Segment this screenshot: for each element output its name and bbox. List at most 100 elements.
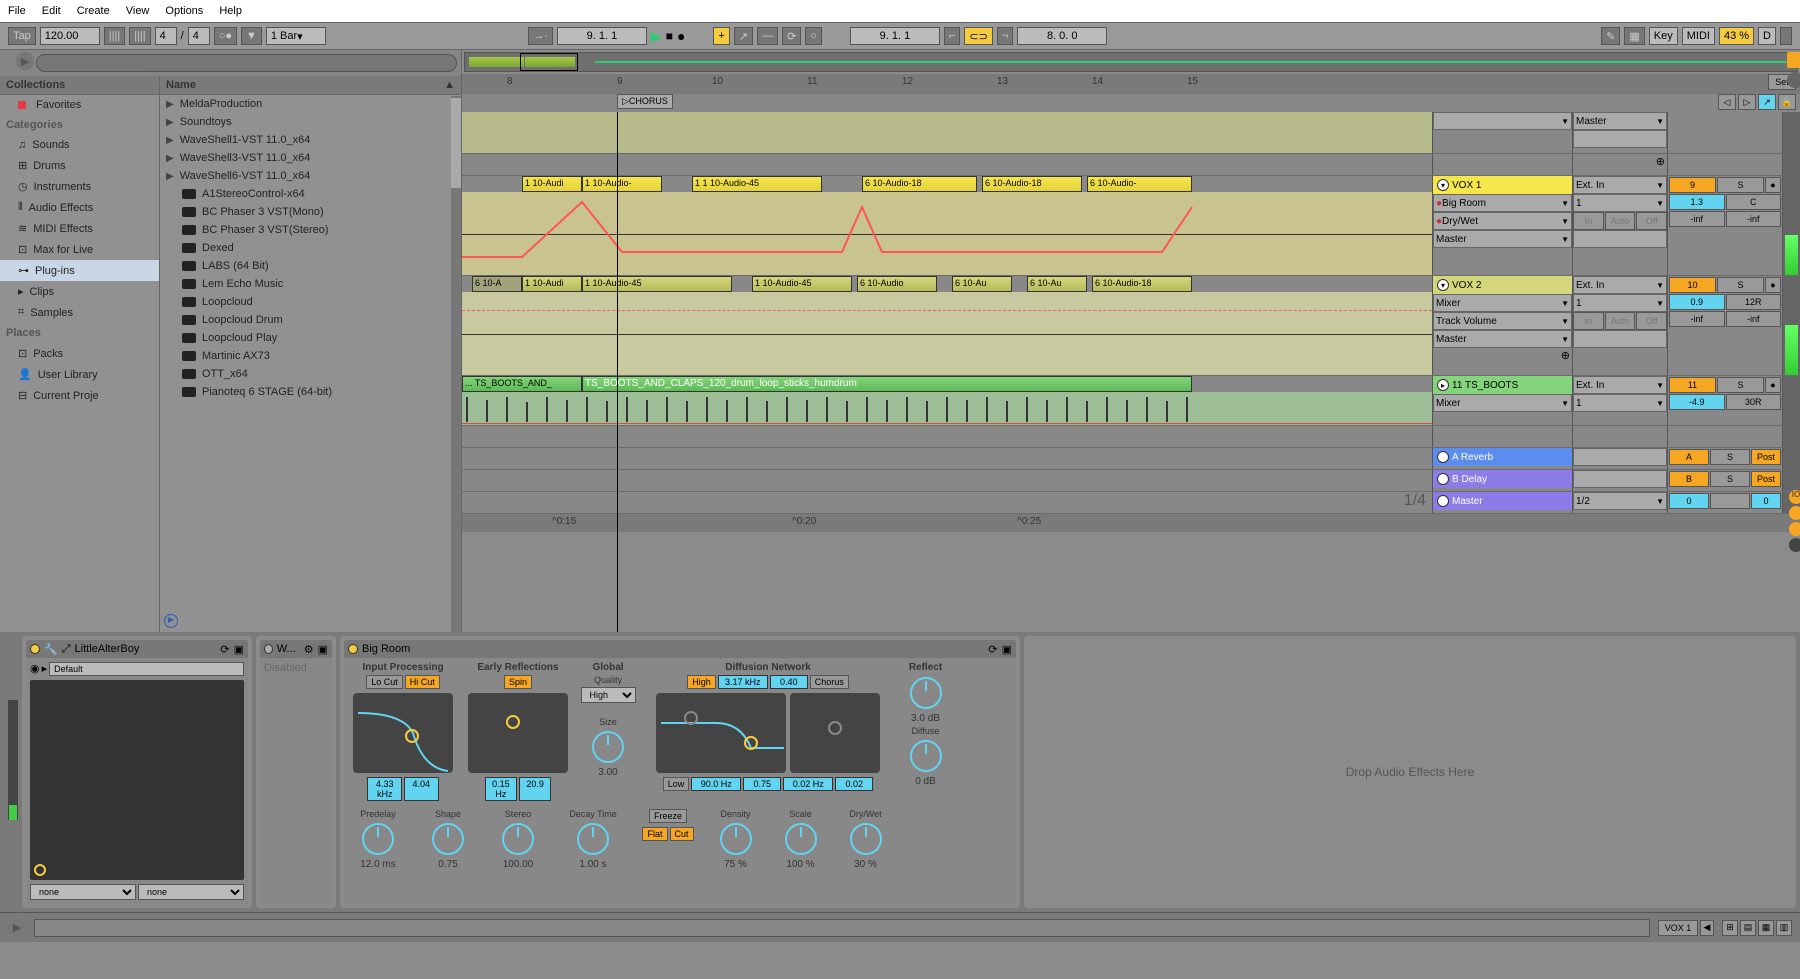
- volume-field[interactable]: 1.3: [1669, 194, 1725, 210]
- metronome-dd[interactable]: ▼: [241, 27, 262, 45]
- device-select[interactable]: ● Big Room: [1433, 194, 1572, 212]
- menu-create[interactable]: Create: [77, 5, 110, 17]
- tempo-field[interactable]: 120.00: [40, 27, 100, 45]
- device-select[interactable]: Mixer: [1433, 294, 1572, 312]
- track-header-master[interactable]: ▸Master: [1433, 492, 1572, 510]
- spin-knob[interactable]: [506, 715, 520, 729]
- place-current-project[interactable]: ⊟ Current Proje: [0, 385, 159, 406]
- clip[interactable]: 1 10-Audio-: [582, 176, 662, 192]
- monitor-in[interactable]: In: [1573, 212, 1604, 230]
- save-icon[interactable]: ⟳: [220, 643, 229, 656]
- preview-button[interactable]: ▶: [164, 614, 178, 628]
- locator-chorus[interactable]: ▷CHORUS: [617, 94, 673, 109]
- folder-item[interactable]: ▶WaveShell1-VST 11.0_x64: [160, 131, 461, 149]
- hicut-button[interactable]: Hi Cut: [405, 675, 440, 689]
- input-type[interactable]: Ext. In: [1573, 176, 1667, 194]
- sort-icon[interactable]: ▲: [444, 79, 455, 91]
- prev-locator[interactable]: ◁: [1718, 94, 1736, 110]
- solo-button[interactable]: S: [1717, 177, 1764, 193]
- name-header[interactable]: Name▲: [160, 76, 461, 95]
- input-ch[interactable]: 1: [1573, 194, 1667, 212]
- chorus-knob[interactable]: [828, 721, 842, 735]
- plugin-item[interactable]: Loopcloud Play: [160, 329, 461, 347]
- clip[interactable]: 1 1 10-Audio-45: [692, 176, 822, 192]
- clip[interactable]: 6 10-Au: [952, 276, 1012, 292]
- clip[interactable]: 6 10-Audio-18: [1092, 276, 1192, 292]
- view-icon[interactable]: ▦: [1758, 920, 1774, 936]
- device-on-icon[interactable]: [348, 644, 358, 654]
- track-activator[interactable]: 11: [1669, 377, 1716, 393]
- clip[interactable]: 1 10-Audio-45: [752, 276, 852, 292]
- track-header-delay[interactable]: ▸B Delay: [1433, 470, 1572, 488]
- stereo-knob[interactable]: [502, 823, 534, 855]
- input-ch[interactable]: 1: [1573, 394, 1667, 412]
- spin-amt[interactable]: 20.9: [519, 777, 551, 801]
- fold-icon[interactable]: ▾: [1437, 179, 1449, 191]
- plugin-item[interactable]: Martinic AX73: [160, 347, 461, 365]
- solo-button[interactable]: S: [1717, 377, 1764, 393]
- send-a[interactable]: -inf: [1669, 211, 1725, 227]
- clip[interactable]: 6 10-Audio-18: [982, 176, 1082, 192]
- loop-switch[interactable]: ⊂⊃: [964, 27, 992, 45]
- menu-options[interactable]: Options: [165, 5, 203, 17]
- track-activator[interactable]: 10: [1669, 277, 1716, 293]
- place-packs[interactable]: ⊡ Packs: [0, 343, 159, 364]
- spin-freq[interactable]: 0.15 Hz: [485, 777, 517, 801]
- track-lane-vox1[interactable]: 1 10-Audi 1 10-Audio- 1 1 10-Audio-45 6 …: [462, 176, 1432, 275]
- add-lane-icon[interactable]: ⊕: [1656, 156, 1665, 168]
- clip[interactable]: 6 10-A: [472, 276, 522, 292]
- loop-length[interactable]: 8. 0. 0: [1017, 27, 1107, 45]
- favorites-item[interactable]: Favorites: [0, 95, 159, 115]
- cat-sounds[interactable]: ♫ Sounds: [0, 135, 159, 155]
- decay-knob[interactable]: [577, 823, 609, 855]
- density-knob[interactable]: [720, 823, 752, 855]
- track-activator[interactable]: 9: [1669, 177, 1716, 193]
- pan-field[interactable]: 12R: [1726, 294, 1782, 310]
- bar-ruler[interactable]: 8 9 10 11 12 13 14 15 Set: [462, 74, 1800, 94]
- session-view-icon[interactable]: [1787, 52, 1800, 68]
- shape-knob[interactable]: [432, 823, 464, 855]
- automation-arm[interactable]: ↗: [734, 27, 753, 45]
- diff-knob2[interactable]: [744, 736, 758, 750]
- clip[interactable]: 6 10-Au: [1027, 276, 1087, 292]
- overdub-button[interactable]: +: [713, 27, 729, 45]
- menu-edit[interactable]: Edit: [42, 5, 61, 17]
- expand-icon[interactable]: ⤢: [62, 643, 71, 656]
- drop-audio-effects[interactable]: Drop Audio Effects Here: [1024, 636, 1796, 908]
- quality-select[interactable]: High: [581, 687, 636, 703]
- pencil-icon[interactable]: ✎: [1601, 27, 1620, 45]
- auto-mode[interactable]: ↗: [1758, 94, 1776, 110]
- punch-in-icon[interactable]: ⌐: [944, 27, 960, 45]
- diff-amt[interactable]: 0.40: [770, 675, 808, 689]
- post-button[interactable]: Post: [1751, 449, 1781, 465]
- clip[interactable]: 1 10-Audi: [522, 276, 582, 292]
- cat-plugins[interactable]: ⊶ Plug-ins: [0, 260, 159, 281]
- gear-icon[interactable]: ⚙: [304, 643, 314, 656]
- cut-button[interactable]: Cut: [670, 827, 694, 841]
- post-button[interactable]: Post: [1751, 471, 1781, 487]
- send-b[interactable]: -inf: [1726, 211, 1782, 227]
- disk-overload[interactable]: D: [1758, 27, 1776, 45]
- flat-button[interactable]: Flat: [642, 827, 667, 841]
- automation-line[interactable]: [462, 310, 1432, 311]
- input-type[interactable]: Ext. In: [1573, 376, 1667, 394]
- midi-map-button[interactable]: MIDI: [1682, 27, 1715, 45]
- plugin-item[interactable]: Pianoteq 6 STAGE (64-bit): [160, 383, 461, 401]
- save-preset-icon[interactable]: ⟳: [988, 643, 997, 656]
- keyboard-icon[interactable]: ▦: [1624, 27, 1644, 45]
- clip[interactable]: TS_BOOTS_AND_CLAPS_120_drum_loop_sticks_…: [582, 376, 1192, 392]
- view-icon[interactable]: ▤: [1740, 920, 1756, 936]
- menu-view[interactable]: View: [126, 5, 150, 17]
- diff-knob1[interactable]: [684, 711, 698, 725]
- help-view-icon[interactable]: ▶: [8, 919, 26, 937]
- config-select-2[interactable]: none: [138, 884, 244, 900]
- pan-field[interactable]: C: [1726, 194, 1782, 210]
- io-section-icon[interactable]: IO: [1789, 490, 1800, 504]
- input-ch[interactable]: 1: [1573, 294, 1667, 312]
- freq-value[interactable]: 4.33 kHz: [367, 777, 402, 801]
- track-lane-boots[interactable]: ... TS_BOOTS_AND_ TS_BOOTS_AND_CLAPS_120…: [462, 376, 1432, 425]
- lock-icon[interactable]: 🔒: [1778, 94, 1796, 110]
- view-icon[interactable]: ⊞: [1722, 920, 1738, 936]
- param-select[interactable]: Track Volume: [1433, 312, 1572, 330]
- plugin-item[interactable]: Loopcloud Drum: [160, 311, 461, 329]
